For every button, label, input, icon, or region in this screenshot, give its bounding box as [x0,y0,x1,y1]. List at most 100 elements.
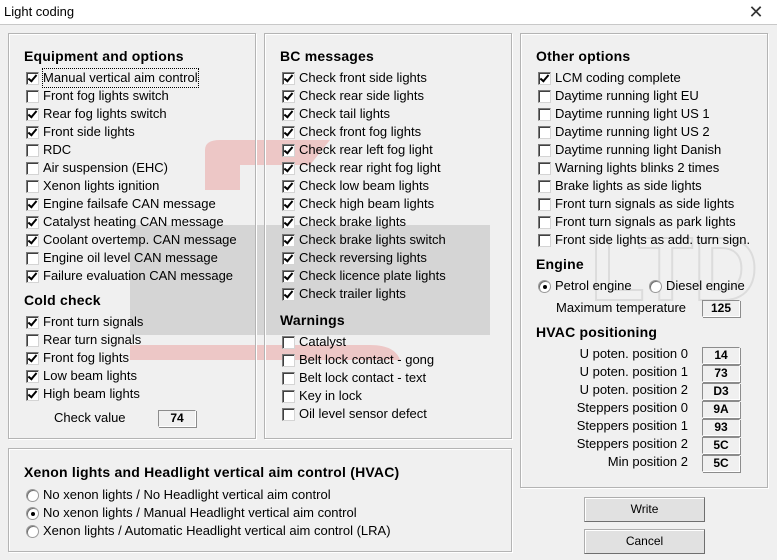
checkbox-label: Coolant overtemp. CAN message [43,232,237,247]
radio-unselected[interactable] [26,489,39,502]
radio-label: No xenon lights / No Headlight vertical … [43,487,331,502]
checkbox-checked[interactable] [282,126,295,139]
checkbox-checked[interactable] [282,234,295,247]
checkbox-unchecked[interactable] [282,336,295,349]
checkbox-label: Xenon lights ignition [43,178,160,193]
checkbox-label: Check high beam lights [299,196,435,211]
checkbox-label: Check low beam lights [299,178,430,193]
checkbox-unchecked[interactable] [282,408,295,421]
radio-unselected[interactable] [26,525,39,538]
checkbox-checked[interactable] [282,72,295,85]
checkbox-unchecked[interactable] [538,180,551,193]
hvac-position-label: U poten. position 1 [579,364,688,379]
checkbox-unchecked[interactable] [26,162,39,175]
checkbox-label: Air suspension (EHC) [43,160,168,175]
checkbox-checked[interactable] [26,388,39,401]
equipment-heading: Equipment and options [24,48,184,64]
checkbox-label: Catalyst heating CAN message [43,214,224,229]
checkbox-checked[interactable] [282,162,295,175]
checkbox-checked[interactable] [282,180,295,193]
hvac-position-value[interactable]: 14 [702,347,740,364]
checkbox-checked[interactable] [26,108,39,121]
hvac-position-value[interactable]: 5C [702,437,740,454]
checkbox-checked[interactable] [282,198,295,211]
checkbox-unchecked[interactable] [538,234,551,247]
max-temp-field[interactable]: 125 [702,300,740,317]
checkbox-unchecked[interactable] [538,90,551,103]
radio-label: Petrol engine [555,278,632,293]
check-value-label: Check value [54,410,126,425]
other-options-heading: Other options [536,48,631,64]
checkbox-label: Front turn signals [43,314,144,329]
checkbox-unchecked[interactable] [282,390,295,403]
hvac-position-value[interactable]: 5C [702,455,740,472]
radio-button[interactable] [649,280,662,293]
checkbox-checked[interactable] [26,352,39,365]
checkbox-unchecked[interactable] [26,334,39,347]
checkbox-checked[interactable] [26,316,39,329]
hvac-position-value[interactable]: D3 [702,383,740,400]
checkbox-label: Check licence plate lights [299,268,446,283]
cancel-button[interactable]: Cancel [584,529,705,554]
radio-button[interactable] [538,280,551,293]
checkbox-unchecked[interactable] [538,198,551,211]
checkbox-unchecked[interactable] [538,126,551,139]
checkbox-checked[interactable] [282,144,295,157]
hvac-position-value[interactable]: 73 [702,365,740,382]
checkbox-label: Failure evaluation CAN message [43,268,234,283]
checkbox-label: Engine failsafe CAN message [43,196,216,211]
checkbox-label: Manual vertical aim control [42,68,199,88]
checkbox-checked[interactable] [26,234,39,247]
checkbox-label: Belt lock contact - gong [299,352,435,367]
checkbox-checked[interactable] [282,270,295,283]
checkbox-label: Low beam lights [43,368,137,383]
checkbox-checked[interactable] [26,216,39,229]
checkbox-checked[interactable] [26,198,39,211]
checkbox-unchecked[interactable] [282,354,295,367]
checkbox-label: Oil level sensor defect [299,406,427,421]
title-bar: Light coding ✕ [0,0,777,25]
checkbox-checked[interactable] [538,72,551,85]
xenon-hvac-heading: Xenon lights and Headlight vertical aim … [24,464,400,480]
checkbox-checked[interactable] [26,270,39,283]
checkbox-unchecked[interactable] [26,90,39,103]
checkbox-unchecked[interactable] [282,372,295,385]
engine-heading: Engine [536,256,584,272]
checkbox-label: Check rear right fog light [299,160,441,175]
close-icon[interactable]: ✕ [745,2,767,22]
bc-messages-heading: BC messages [280,48,375,64]
warnings-heading: Warnings [280,312,345,328]
checkbox-label: LCM coding complete [555,70,681,85]
checkbox-unchecked[interactable] [26,180,39,193]
checkbox-checked[interactable] [282,108,295,121]
checkbox-checked[interactable] [282,90,295,103]
checkbox-checked[interactable] [282,216,295,229]
checkbox-checked[interactable] [26,72,39,85]
checkbox-checked[interactable] [282,252,295,265]
checkbox-label: Daytime running light Danish [555,142,722,157]
radio-label: Diesel engine [666,278,745,293]
checkbox-checked[interactable] [26,126,39,139]
checkbox-unchecked[interactable] [538,108,551,121]
checkbox-checked[interactable] [26,370,39,383]
checkbox-label: Check rear left fog light [299,142,433,157]
checkbox-unchecked[interactable] [538,144,551,157]
radio-label: Xenon lights / Automatic Headlight verti… [43,523,391,538]
checkbox-label: Front side lights as add. turn sign. [555,232,751,247]
check-value-field[interactable]: 74 [158,410,196,427]
checkbox-label: Front turn signals as park lights [555,214,736,229]
checkbox-unchecked[interactable] [538,216,551,229]
radio-selected[interactable] [26,507,39,520]
hvac-position-value[interactable]: 93 [702,419,740,436]
checkbox-label: Warning lights blinks 2 times [555,160,720,175]
checkbox-checked[interactable] [282,288,295,301]
checkbox-unchecked[interactable] [538,162,551,175]
checkbox-label: Rear turn signals [43,332,142,347]
checkbox-label: Daytime running light US 1 [555,106,710,121]
write-button[interactable]: Write [584,497,705,522]
checkbox-label: Front turn signals as side lights [555,196,735,211]
checkbox-label: Brake lights as side lights [555,178,702,193]
checkbox-unchecked[interactable] [26,144,39,157]
hvac-position-value[interactable]: 9A [702,401,740,418]
checkbox-unchecked[interactable] [26,252,39,265]
